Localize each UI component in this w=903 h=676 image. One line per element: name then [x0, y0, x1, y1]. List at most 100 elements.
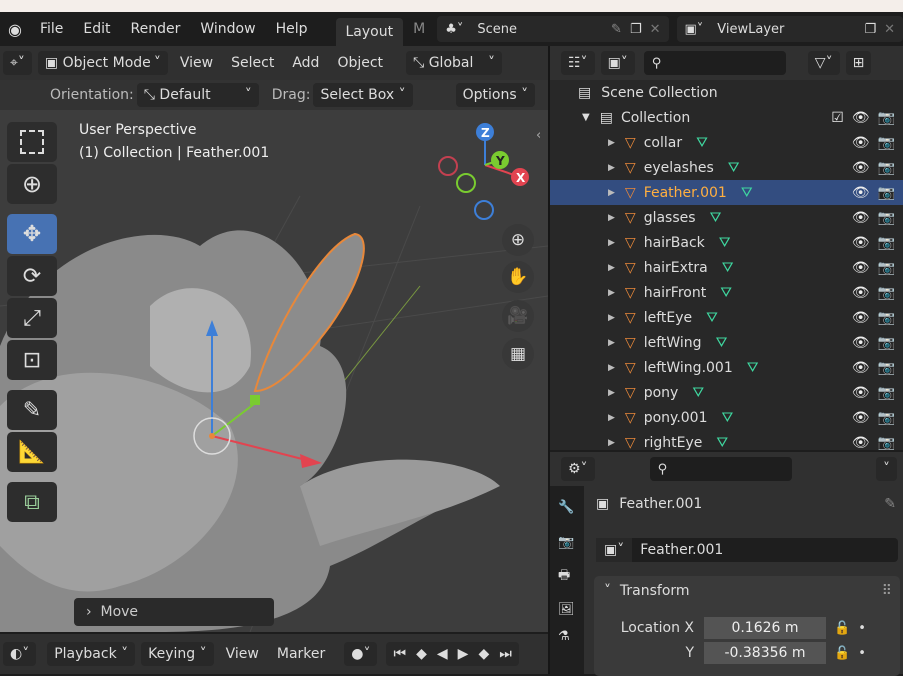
eye-icon[interactable]: 👁 [852, 435, 870, 451]
prev-keyframe-icon[interactable]: ◆ [416, 646, 427, 662]
expand-icon[interactable]: ▶ [608, 388, 615, 398]
scene-selector[interactable]: ♣˅ Scene ✎ ❐ ✕ [437, 16, 668, 42]
menu-view[interactable]: View [171, 55, 222, 71]
scene-tab-icon[interactable]: ⚗ [558, 629, 584, 644]
camera-icon[interactable]: 📷 [878, 335, 895, 351]
close-icon[interactable]: ✕ [884, 22, 895, 37]
keyframe-dot-icon[interactable]: • [858, 646, 866, 661]
play-icon[interactable]: ▶ [458, 646, 469, 662]
pin-icon[interactable]: ✎ [884, 496, 896, 512]
tool-rotate[interactable]: ⟳ [7, 256, 57, 296]
menu-file[interactable]: File [30, 21, 73, 37]
gizmo-x[interactable]: X [516, 171, 526, 185]
menu-render[interactable]: Render [121, 21, 191, 37]
drag-handle-icon[interactable]: ⠿ [882, 583, 892, 599]
zoom-icon[interactable]: ⊕ [502, 224, 534, 256]
object-type-icon[interactable]: ▣˅ [596, 538, 632, 562]
tool-add-cube[interactable]: ⧉ [7, 482, 57, 522]
object-name-field[interactable]: ▣˅Feather.001 [596, 538, 898, 562]
eye-icon[interactable]: 👁 [852, 360, 870, 376]
outliner-item[interactable]: ▶ ▽ glasses ⛛ 👁📷 [550, 205, 903, 230]
camera-icon[interactable]: 📷 [878, 135, 895, 151]
jump-start-icon[interactable]: ⏮ [393, 646, 406, 662]
navigation-gizmo[interactable]: Z X Y [430, 120, 540, 220]
editor-type-button[interactable]: ⚙˅ [561, 457, 595, 481]
mesh-data-icon[interactable]: ⛛ [720, 285, 732, 301]
outliner-search-input[interactable]: ⚲ [644, 51, 786, 75]
outliner-item[interactable]: ▶ ▽ collar ⛛ 👁📷 [550, 130, 903, 155]
sidebar-toggle-icon[interactable]: ‹ [536, 128, 541, 143]
lock-icon[interactable]: 🔓 [834, 646, 850, 661]
mesh-data-icon[interactable]: ⛛ [747, 360, 759, 376]
eye-icon[interactable]: 👁 [852, 260, 870, 276]
expand-icon[interactable]: ▶ [608, 213, 615, 223]
play-reverse-icon[interactable]: ◀ [437, 646, 448, 662]
outliner-item[interactable]: ▶ ▽ hairBack ⛛ 👁📷 [550, 230, 903, 255]
camera-icon[interactable]: 📷 [878, 110, 895, 126]
eye-icon[interactable]: 👁 [852, 235, 870, 251]
expand-icon[interactable]: ▶ [608, 138, 615, 148]
mesh-data-icon[interactable]: ⛛ [710, 210, 722, 226]
mesh-data-icon[interactable]: ⛛ [722, 410, 734, 426]
expand-icon[interactable]: ▶ [608, 413, 615, 423]
editor-type-button[interactable]: ◐˅ [3, 642, 36, 666]
tool-select-box[interactable] [7, 122, 57, 162]
outliner-item[interactable]: ▶ ▽ pony.001 ⛛ 👁📷 [550, 405, 903, 430]
pin-icon[interactable]: ✎ [611, 22, 622, 37]
mesh-data-icon[interactable]: ⛛ [722, 260, 734, 276]
scene-collection-row[interactable]: ▤Scene Collection [550, 80, 903, 105]
mesh-data-icon[interactable]: ⛛ [706, 310, 718, 326]
camera-icon[interactable]: 📷 [878, 185, 895, 201]
camera-icon[interactable]: 📷 [878, 435, 895, 451]
expand-icon[interactable]: ▶ [608, 263, 615, 273]
eye-icon[interactable]: 👁 [852, 160, 870, 176]
eye-icon[interactable]: 👁 [852, 135, 870, 151]
transform-orientation-dropdown[interactable]: ⤡ Global˅ [406, 51, 502, 75]
eye-icon[interactable]: 👁 [852, 335, 870, 351]
mode-dropdown[interactable]: ▣ Object Mode˅ [38, 51, 168, 75]
menu-edit[interactable]: Edit [73, 21, 120, 37]
camera-icon[interactable]: 📷 [878, 410, 895, 426]
auto-key-button[interactable]: ●˅ [344, 642, 377, 666]
tool-annotate[interactable]: ✎ [7, 390, 57, 430]
menu-add[interactable]: Add [283, 55, 328, 71]
options-chevron[interactable]: ˅ [876, 457, 897, 481]
drag-dropdown[interactable]: Select Box ˅ [313, 83, 412, 107]
outliner-item[interactable]: ▶ ▽ Feather.001 ⛛ 👁📷 [550, 180, 903, 205]
camera-icon[interactable]: 📷 [878, 360, 895, 376]
tab-layout[interactable]: Layout [336, 18, 404, 46]
eye-icon[interactable]: 👁 [852, 210, 870, 226]
gizmo-z[interactable]: Z [481, 126, 490, 140]
new-view-layer-icon[interactable]: ❐ [864, 22, 876, 37]
keyframe-dot-icon[interactable]: • [858, 621, 866, 636]
mesh-data-icon[interactable]: ⛛ [692, 385, 704, 401]
editor-type-button[interactable]: ⌖˅ [3, 51, 32, 75]
outliner-item[interactable]: ▶ ▽ pony ⛛ 👁📷 [550, 380, 903, 405]
mesh-data-icon[interactable]: ⛛ [716, 335, 728, 351]
location-x-field[interactable]: 0.1626 m [704, 617, 826, 639]
mesh-data-icon[interactable]: ⛛ [716, 435, 728, 451]
next-keyframe-icon[interactable]: ◆ [478, 646, 489, 662]
tool-tab-icon[interactable]: 🔧 [558, 500, 584, 515]
view-layer-selector[interactable]: ▣˅ ViewLayer ❐ ✕ [677, 16, 903, 42]
expand-icon[interactable]: ▶ [608, 288, 615, 298]
tool-move[interactable]: ✥ [7, 214, 57, 254]
eye-icon[interactable]: 👁 [852, 410, 870, 426]
3d-viewport[interactable]: ⌖˅ ▣ Object Mode˅ View Select Add Object… [0, 46, 548, 632]
orientation-dropdown[interactable]: ⤡ Default˅ [137, 83, 259, 107]
expand-icon[interactable]: ▶ [608, 338, 615, 348]
gizmo-y[interactable]: Y [495, 154, 505, 168]
jump-end-icon[interactable]: ⏭ [499, 646, 512, 662]
mesh-data-icon[interactable]: ⛛ [719, 235, 731, 251]
playback-menu[interactable]: Playback ˅ [47, 642, 135, 666]
outliner-item[interactable]: ▶ ▽ rightEye ⛛ 👁📷 [550, 430, 903, 450]
eye-icon[interactable]: 👁 [852, 110, 870, 126]
options-dropdown[interactable]: Options ˅ [456, 83, 535, 107]
keying-menu[interactable]: Keying ˅ [141, 642, 213, 666]
last-operator-panel[interactable]: › Move [74, 598, 274, 626]
mesh-data-icon[interactable]: ⛛ [741, 185, 753, 201]
ortho-grid-icon[interactable]: ▦ [502, 338, 534, 370]
output-tab-icon[interactable]: 🖶 [558, 566, 584, 588]
tool-scale[interactable]: ⤢ [7, 298, 57, 338]
collection-row[interactable]: ▼▤Collection ☑👁📷 [550, 105, 903, 130]
